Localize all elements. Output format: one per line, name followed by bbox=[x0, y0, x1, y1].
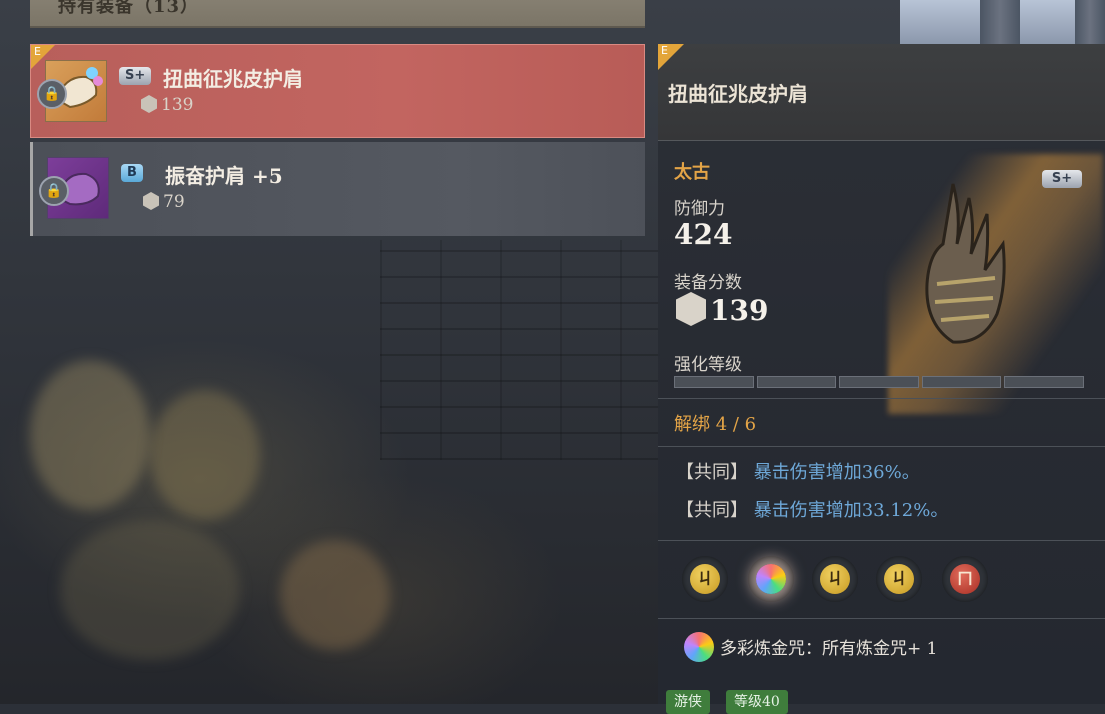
item-detail-panel: E 扭曲征兆皮护肩 太古 S+ 防御力 424 装备分数 139 强化等级 解绑… bbox=[658, 44, 1105, 714]
score-number: 139 bbox=[710, 294, 769, 327]
enhance-segment bbox=[1004, 376, 1084, 388]
stone-pillar bbox=[980, 0, 1020, 45]
gear-score-icon bbox=[143, 192, 159, 210]
item-score: 139 bbox=[141, 95, 193, 115]
lock-icon[interactable]: 🔒 bbox=[37, 79, 67, 109]
red-rune-icon: ㄇ bbox=[950, 564, 980, 594]
item-score-value: 79 bbox=[163, 192, 185, 212]
rune-slot-yellow[interactable]: ㄐ bbox=[876, 556, 922, 602]
rune-slot-yellow[interactable]: ㄐ bbox=[682, 556, 728, 602]
gem-effect-text: 多彩炼金咒：所有炼金咒+ 1 bbox=[720, 639, 938, 659]
unbind-count: 解绑 4 / 6 bbox=[674, 414, 757, 435]
class-tag: 游侠 bbox=[666, 690, 710, 714]
prismatic-orb-icon bbox=[756, 564, 786, 594]
yellow-rune-icon: ㄐ bbox=[820, 564, 850, 594]
scene-object bbox=[60, 520, 240, 660]
rarity-letter: E bbox=[661, 44, 668, 57]
option-tag: 【共同】 bbox=[676, 462, 748, 483]
option-text: 暴击伤害增加33.12%。 bbox=[753, 500, 949, 521]
grade-badge: B bbox=[121, 164, 143, 182]
divider bbox=[658, 446, 1105, 447]
level-tag: 等级40 bbox=[726, 690, 788, 714]
gauntlet-icon bbox=[925, 183, 1006, 344]
era-label: 太古 bbox=[674, 162, 710, 183]
rarity-letter: E bbox=[34, 45, 41, 58]
option-line: 【共同】 暴击伤害增加33.12%。 bbox=[676, 496, 948, 522]
divider bbox=[658, 540, 1105, 541]
gear-score-icon bbox=[141, 95, 157, 113]
detail-header: E 扭曲征兆皮护肩 bbox=[658, 44, 1105, 141]
option-line: 【共同】 暴击伤害增加36%。 bbox=[676, 458, 920, 484]
divider bbox=[658, 398, 1105, 399]
scene-object bbox=[150, 390, 260, 520]
item-score-value: 139 bbox=[161, 95, 194, 115]
prismatic-orb-icon bbox=[684, 632, 714, 662]
divider bbox=[658, 618, 1105, 619]
yellow-rune-icon: ㄐ bbox=[690, 564, 720, 594]
rune-slot-red[interactable]: ㄇ bbox=[942, 556, 988, 602]
score-label: 装备分数 bbox=[674, 273, 742, 293]
enhance-segment bbox=[674, 376, 754, 388]
item-name: 扭曲征兆皮护肩 bbox=[163, 67, 303, 91]
defense-value: 424 bbox=[674, 218, 733, 251]
item-score: 79 bbox=[143, 192, 185, 212]
option-tag: 【共同】 bbox=[676, 500, 748, 521]
enhance-segment bbox=[839, 376, 919, 388]
enhance-label: 强化等级 bbox=[674, 355, 742, 375]
enhance-segment bbox=[921, 376, 1002, 388]
scene-object bbox=[280, 540, 390, 650]
option-text: 暴击伤害增加36%。 bbox=[753, 462, 920, 483]
scene-object bbox=[30, 360, 150, 510]
gear-score-icon bbox=[676, 292, 706, 326]
inventory-title: 持有装备（13） bbox=[58, 0, 200, 17]
grade-badge: S+ bbox=[1042, 170, 1082, 188]
defense-label: 防御力 bbox=[674, 199, 725, 219]
inventory-header: 持有装备（13） bbox=[30, 0, 645, 28]
enhance-segment bbox=[756, 376, 837, 388]
stone-wall bbox=[380, 240, 660, 460]
yellow-rune-icon: ㄐ bbox=[884, 564, 914, 594]
rune-slot-yellow[interactable]: ㄐ bbox=[812, 556, 858, 602]
equipment-item[interactable]: 🔒 B 振奋护肩 +5 79 bbox=[30, 142, 645, 236]
lock-icon[interactable]: 🔒 bbox=[39, 176, 69, 206]
equipment-item-selected[interactable]: E 🔒 S+ 扭曲征兆皮护肩 139 bbox=[30, 44, 645, 138]
detail-title: 扭曲征兆皮护肩 bbox=[668, 82, 808, 106]
score-value: 139 bbox=[676, 292, 768, 327]
enhance-bar bbox=[674, 376, 1084, 388]
item-name: 振奋护肩 +5 bbox=[165, 164, 283, 188]
gem-effect: 多彩炼金咒：所有炼金咒+ 1 bbox=[684, 632, 937, 662]
grade-badge: S+ bbox=[119, 67, 152, 85]
stone-pillar bbox=[1075, 0, 1105, 45]
rune-slot-prismatic[interactable] bbox=[748, 556, 794, 602]
